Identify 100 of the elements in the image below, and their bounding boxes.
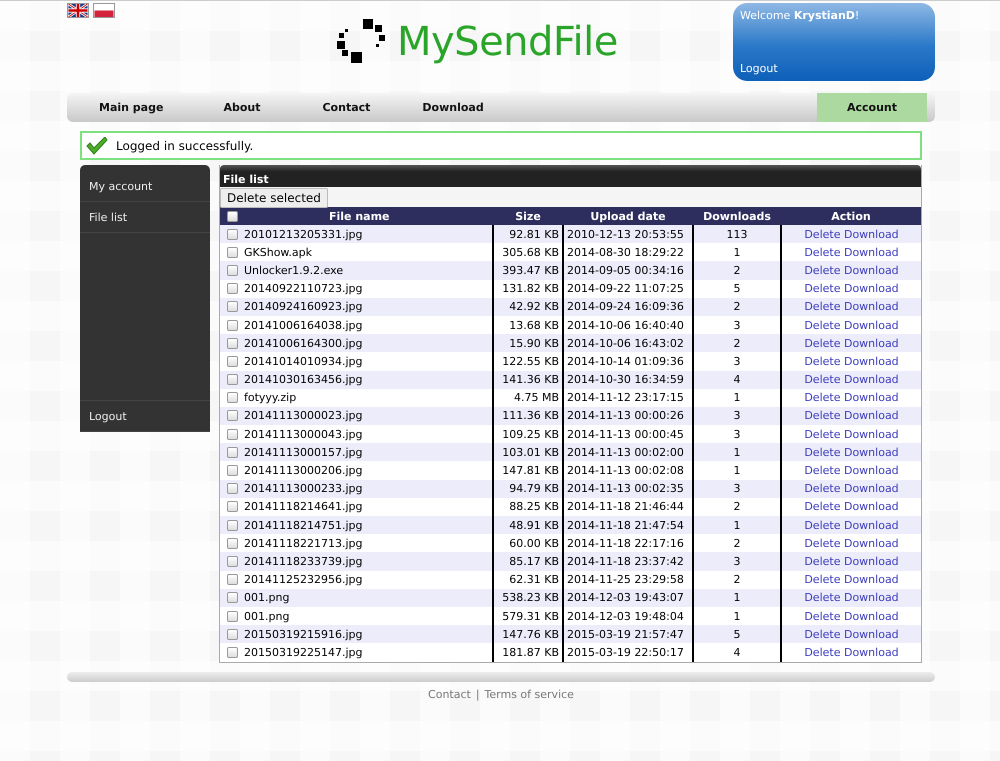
delete-link[interactable]: Delete — [804, 446, 840, 459]
nav-tab[interactable]: Download — [400, 93, 506, 122]
delete-link[interactable]: Delete — [804, 482, 840, 496]
download-link[interactable]: Download — [844, 300, 899, 314]
download-link[interactable]: Download — [844, 591, 899, 604]
delete-link[interactable]: Delete — [804, 610, 840, 623]
panel-title: File list — [220, 165, 921, 187]
downloads-cell: 4 — [693, 370, 781, 389]
download-link[interactable]: Download — [844, 446, 899, 459]
file-name: 20141118214641.jpg — [244, 500, 362, 514]
delete-link[interactable]: Delete — [804, 354, 840, 368]
nav-tab[interactable]: Contact — [286, 93, 400, 122]
file-name: 20150319215916.jpg — [244, 628, 362, 641]
message-text: Logged in successfully. — [116, 138, 254, 152]
delete-link[interactable]: Delete — [804, 300, 840, 314]
download-link[interactable]: Download — [844, 228, 899, 241]
delete-link[interactable]: Delete — [804, 409, 840, 422]
sidebar-item[interactable]: My account — [80, 171, 210, 202]
delete-link[interactable]: Delete — [804, 500, 840, 514]
row-checkbox[interactable] — [227, 356, 238, 367]
select-all-checkbox[interactable] — [227, 210, 238, 222]
uk-flag-icon[interactable] — [67, 3, 89, 18]
sidebar-logout[interactable]: Logout — [80, 401, 210, 432]
row-checkbox[interactable] — [227, 556, 238, 567]
row-checkbox[interactable] — [227, 246, 238, 258]
row-checkbox[interactable] — [227, 628, 238, 640]
nav-tab[interactable]: About — [185, 93, 286, 122]
file-name: 20141118214751.jpg — [244, 518, 362, 532]
row-checkbox[interactable] — [227, 428, 238, 440]
row-checkbox[interactable] — [227, 320, 238, 331]
row-checkbox[interactable] — [227, 538, 238, 549]
row-checkbox[interactable] — [227, 446, 238, 458]
delete-link[interactable]: Delete — [804, 591, 840, 604]
nav-tab[interactable]: Main page — [77, 93, 186, 122]
logout-link[interactable]: Logout — [740, 62, 928, 75]
row-checkbox[interactable] — [227, 228, 238, 240]
row-checkbox[interactable] — [227, 338, 238, 349]
delete-link[interactable]: Delete — [804, 536, 840, 550]
row-checkbox[interactable] — [227, 374, 238, 386]
download-link[interactable]: Download — [844, 336, 899, 350]
footer-link[interactable]: Contact — [428, 688, 471, 700]
delete-link[interactable]: Delete — [804, 228, 840, 241]
poland-flag-icon[interactable] — [93, 3, 115, 18]
row-checkbox[interactable] — [227, 592, 238, 604]
row-checkbox[interactable] — [227, 283, 238, 294]
delete-link[interactable]: Delete — [804, 518, 840, 532]
row-checkbox[interactable] — [227, 610, 238, 622]
delete-link[interactable]: Delete — [804, 628, 840, 641]
delete-link[interactable]: Delete — [804, 646, 840, 659]
delete-link[interactable]: Delete — [804, 428, 840, 441]
download-link[interactable]: Download — [844, 318, 899, 332]
downloads-cell: 1 — [693, 443, 781, 462]
download-link[interactable]: Download — [844, 373, 899, 386]
download-link[interactable]: Download — [844, 282, 899, 296]
welcome-text: Welcome KrystianD! — [740, 9, 860, 22]
download-link[interactable]: Download — [844, 610, 899, 623]
download-link[interactable]: Download — [844, 428, 899, 441]
delete-link[interactable]: Delete — [804, 264, 840, 277]
column-header: Downloads — [693, 207, 781, 225]
size-cell: 94.79 KB — [493, 480, 563, 498]
nav-tab[interactable]: Account — [816, 93, 927, 122]
row-checkbox[interactable] — [227, 264, 238, 276]
delete-link[interactable]: Delete — [804, 336, 840, 350]
download-link[interactable]: Download — [844, 354, 899, 368]
download-link[interactable]: Download — [844, 482, 899, 496]
delete-link[interactable]: Delete — [804, 373, 840, 386]
delete-link[interactable]: Delete — [804, 573, 840, 586]
download-link[interactable]: Download — [844, 500, 899, 514]
size-cell: 181.87 KB — [493, 643, 563, 662]
delete-selected-button[interactable]: Delete selected — [220, 188, 328, 208]
row-checkbox[interactable] — [227, 646, 238, 658]
download-link[interactable]: Download — [844, 554, 899, 568]
row-checkbox[interactable] — [227, 574, 238, 586]
file-name: 20141118221713.jpg — [244, 536, 362, 550]
download-link[interactable]: Download — [844, 409, 899, 422]
delete-link[interactable]: Delete — [804, 318, 840, 332]
delete-link[interactable]: Delete — [804, 391, 840, 404]
download-link[interactable]: Download — [844, 264, 899, 277]
download-link[interactable]: Download — [844, 464, 899, 478]
download-link[interactable]: Download — [844, 646, 899, 659]
delete-link[interactable]: Delete — [804, 246, 840, 259]
download-link[interactable]: Download — [844, 536, 899, 550]
download-link[interactable]: Download — [844, 391, 899, 404]
delete-link[interactable]: Delete — [804, 282, 840, 296]
row-checkbox[interactable] — [227, 520, 238, 531]
file-name: GKShow.apk — [244, 246, 312, 259]
row-checkbox[interactable] — [227, 483, 238, 494]
row-checkbox[interactable] — [227, 392, 238, 404]
download-link[interactable]: Download — [844, 573, 899, 586]
download-link[interactable]: Download — [844, 518, 899, 532]
row-checkbox[interactable] — [227, 301, 238, 312]
row-checkbox[interactable] — [227, 465, 238, 476]
delete-link[interactable]: Delete — [804, 464, 840, 478]
download-link[interactable]: Download — [844, 628, 899, 641]
sidebar-item[interactable]: File list — [80, 202, 210, 233]
delete-link[interactable]: Delete — [804, 554, 840, 568]
row-checkbox[interactable] — [227, 501, 238, 512]
row-checkbox[interactable] — [227, 410, 238, 422]
footer-link[interactable]: Terms of service — [484, 688, 574, 700]
download-link[interactable]: Download — [844, 246, 899, 259]
